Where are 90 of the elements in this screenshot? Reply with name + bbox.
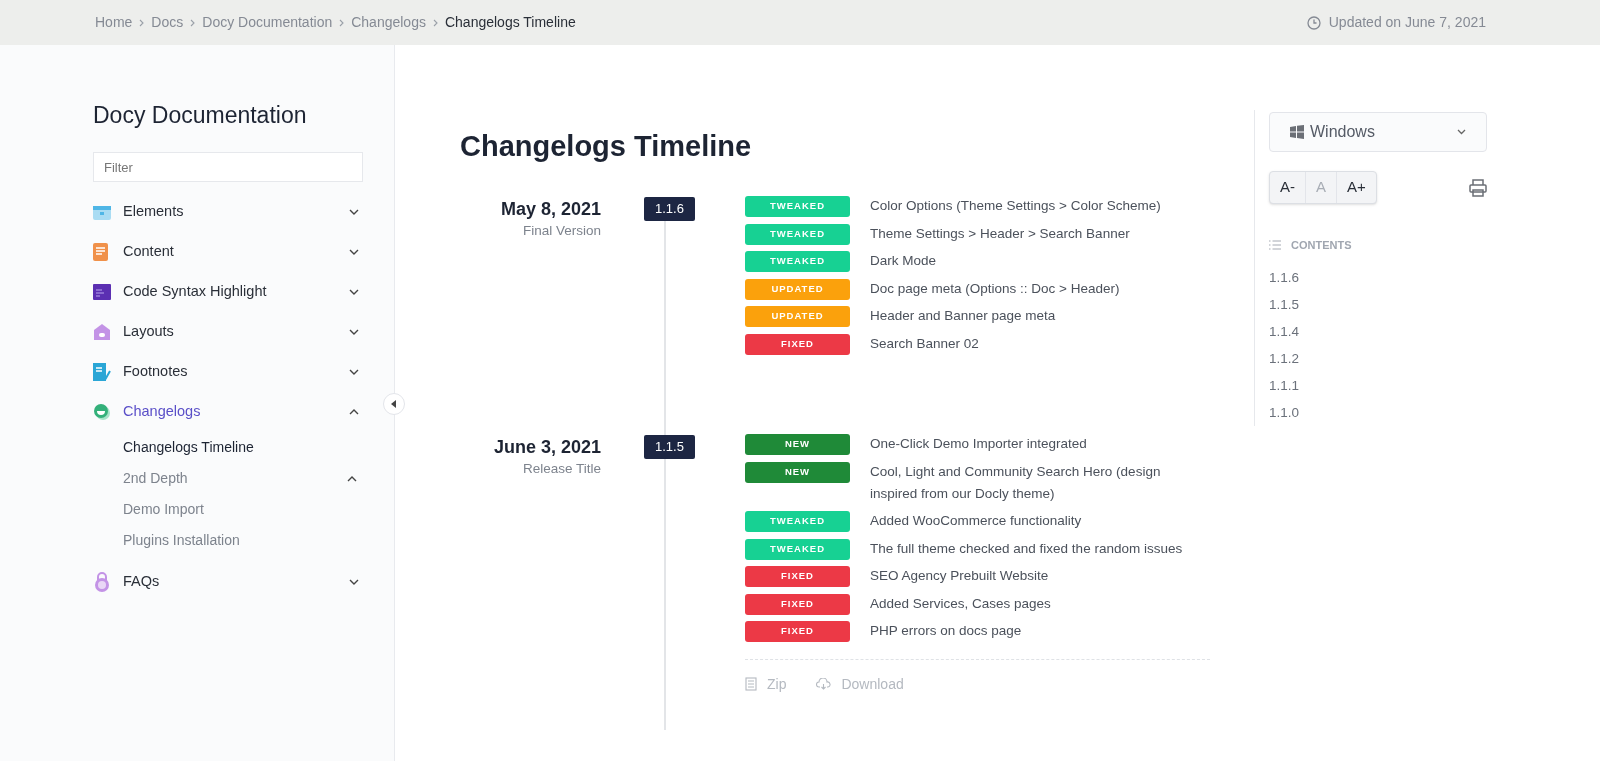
change-tag: NEW <box>745 434 850 455</box>
contents-link[interactable]: 1.1.1 <box>1269 371 1501 399</box>
change-text: SEO Agency Prebuilt Website <box>870 567 1049 585</box>
chevron-down-icon[interactable] <box>349 579 359 585</box>
contents-link[interactable]: 1.1.6 <box>1269 263 1501 291</box>
change-tag: TWEAKED <box>745 223 850 245</box>
sidebar-item[interactable]: Code Syntax Highlight <box>123 281 349 303</box>
sidebar-title: Docy Documentation <box>93 101 308 130</box>
change-text: The full theme checked and fixed the random issues <box>870 539 1183 558</box>
chevron-right-icon <box>339 18 345 27</box>
sidebar-item[interactable]: Changelogs <box>123 401 349 423</box>
code-window-icon <box>93 284 111 300</box>
sidebar-subitem[interactable]: Changelogs Timeline <box>123 437 357 458</box>
sidebar-item[interactable]: FAQs <box>123 571 349 593</box>
breadcrumb-link[interactable]: Changelogs <box>351 12 426 33</box>
sidebar-item[interactable]: Footnotes <box>123 361 349 383</box>
caret-left-icon <box>391 400 397 408</box>
list-icon <box>1269 240 1281 251</box>
bowl-icon <box>93 403 111 421</box>
breadcrumb-link[interactable]: Docs <box>151 12 184 33</box>
filter-field[interactable]: Filter <box>93 152 363 182</box>
change-text: One-Click Demo Importer integrated <box>870 435 1087 453</box>
change-tag: FIXED <box>745 566 850 587</box>
change-tag: FIXED <box>745 621 850 642</box>
document-icon <box>93 243 109 261</box>
windows-icon <box>1290 125 1304 139</box>
change-tag: FIXED <box>745 333 850 355</box>
sidebar-subitem[interactable]: Plugins Installation <box>123 530 357 551</box>
change-tag: NEW <box>745 461 850 483</box>
sidebar-item[interactable]: Layouts <box>123 321 349 343</box>
contents-heading: CONTENTS <box>1291 238 1352 253</box>
font-size-button[interactable]: A+ <box>1336 172 1376 203</box>
change-text: Dark Mode <box>870 252 937 270</box>
updated-date: Updated on June 7, 2021 <box>1328 13 1486 32</box>
sidebar-item[interactable]: Elements <box>123 201 349 223</box>
collapse-sidebar-button[interactable] <box>383 393 405 415</box>
change-tag: UPDATED <box>745 306 850 327</box>
chevron-right-icon <box>139 18 145 27</box>
chevron-up-icon[interactable] <box>349 409 359 415</box>
chevron-right-icon <box>190 18 196 27</box>
change-text: Added Services, Cases pages <box>870 594 1051 613</box>
change-tag: FIXED <box>745 593 850 615</box>
chevron-down-icon[interactable] <box>349 369 359 375</box>
change-tag: TWEAKED <box>745 196 850 217</box>
sidebar-item[interactable]: Content <box>123 241 349 263</box>
breadcrumb-link[interactable]: Changelogs Timeline <box>444 12 576 33</box>
chevron-up-icon[interactable] <box>347 475 357 482</box>
font-size-button[interactable]: A- <box>1270 172 1305 203</box>
change-tag: TWEAKED <box>745 251 850 272</box>
breadcrumb-link[interactable]: Docy Documentation <box>202 12 333 33</box>
sidebar-subitem[interactable]: Demo Import <box>123 499 357 520</box>
release-date: May 8, 2021 <box>500 198 601 220</box>
version-badge: 1.1.6 <box>644 197 695 221</box>
clock-icon <box>1306 15 1321 30</box>
change-text: Header and Banner page meta <box>870 307 1056 325</box>
version-badge: 1.1.5 <box>644 435 695 459</box>
chevron-down-icon <box>1457 129 1466 135</box>
release-subtitle: Final Version <box>522 222 601 240</box>
release-subtitle: Release Title <box>522 460 601 478</box>
release-date: June 3, 2021 <box>493 436 601 458</box>
os-select[interactable]: Windows <box>1269 112 1487 152</box>
change-text: Search Banner 02 <box>870 334 979 353</box>
change-tag: TWEAKED <box>745 511 850 532</box>
cloud-download-icon <box>816 678 832 690</box>
contents-link[interactable]: 1.1.5 <box>1269 290 1501 318</box>
contents-link[interactable]: 1.1.4 <box>1269 317 1501 345</box>
change-text: Color Options (Theme Settings > Color Scheme) <box>870 197 1161 215</box>
page-title: Changelogs Timeline <box>460 129 753 164</box>
chevron-right-icon <box>432 18 438 27</box>
change-text: Cool, Light and Community Search Hero (design inspired from our Docly theme) <box>870 462 1162 503</box>
chevron-down-icon[interactable] <box>349 249 359 255</box>
change-tag: TWEAKED <box>745 538 850 560</box>
change-tag: UPDATED <box>745 278 850 300</box>
print-icon[interactable] <box>1469 178 1487 197</box>
change-text: Added WooCommerce functionality <box>870 512 1082 530</box>
chevron-down-icon[interactable] <box>349 209 359 215</box>
breadcrumb-link[interactable]: Home <box>95 12 133 33</box>
contents-link[interactable]: 1.1.0 <box>1269 398 1501 426</box>
document-icon <box>745 677 757 691</box>
change-text: Theme Settings > Header > Search Banner <box>870 224 1130 243</box>
house-icon <box>93 323 111 341</box>
change-text: PHP errors on docs page <box>870 622 1022 640</box>
chevron-down-icon[interactable] <box>349 289 359 295</box>
sidebar-subitem[interactable]: 2nd Depth <box>123 468 347 489</box>
change-text: Doc page meta (Options :: Doc > Header) <box>870 279 1120 298</box>
notepad-icon <box>93 363 111 381</box>
lock-icon <box>93 572 111 592</box>
chevron-down-icon[interactable] <box>349 329 359 335</box>
contents-link[interactable]: 1.1.2 <box>1269 344 1501 372</box>
calendar-icon <box>93 204 111 220</box>
